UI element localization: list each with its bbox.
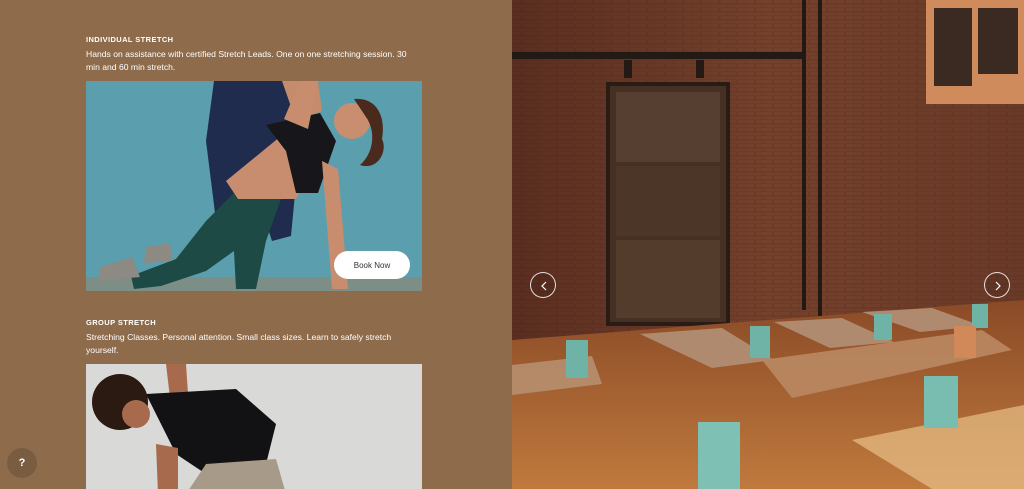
studio-carousel xyxy=(512,0,1024,489)
chevron-right-icon xyxy=(995,281,1001,291)
group-stretch-title: GROUP STRETCH xyxy=(86,318,157,327)
help-button[interactable]: ? xyxy=(7,448,37,478)
individual-stretch-description: Hands on assistance with certified Stret… xyxy=(86,49,407,72)
group-stretch-description: Stretching Classes. Personal attention. … xyxy=(86,332,392,355)
chevron-left-icon xyxy=(541,281,547,291)
carousel-prev-button[interactable] xyxy=(530,272,556,298)
services-panel: INDIVIDUAL STRETCH Hands on assistance w… xyxy=(0,0,512,489)
book-now-button[interactable]: Book Now xyxy=(334,251,410,279)
individual-stretch-title: INDIVIDUAL STRETCH xyxy=(86,35,174,44)
individual-stretch-photo: Book Now xyxy=(86,81,422,291)
carousel-next-button[interactable] xyxy=(984,272,1010,298)
group-stretch-photo xyxy=(86,364,422,489)
group-stretch-illustration xyxy=(86,364,422,489)
studio-photo xyxy=(512,0,1024,489)
